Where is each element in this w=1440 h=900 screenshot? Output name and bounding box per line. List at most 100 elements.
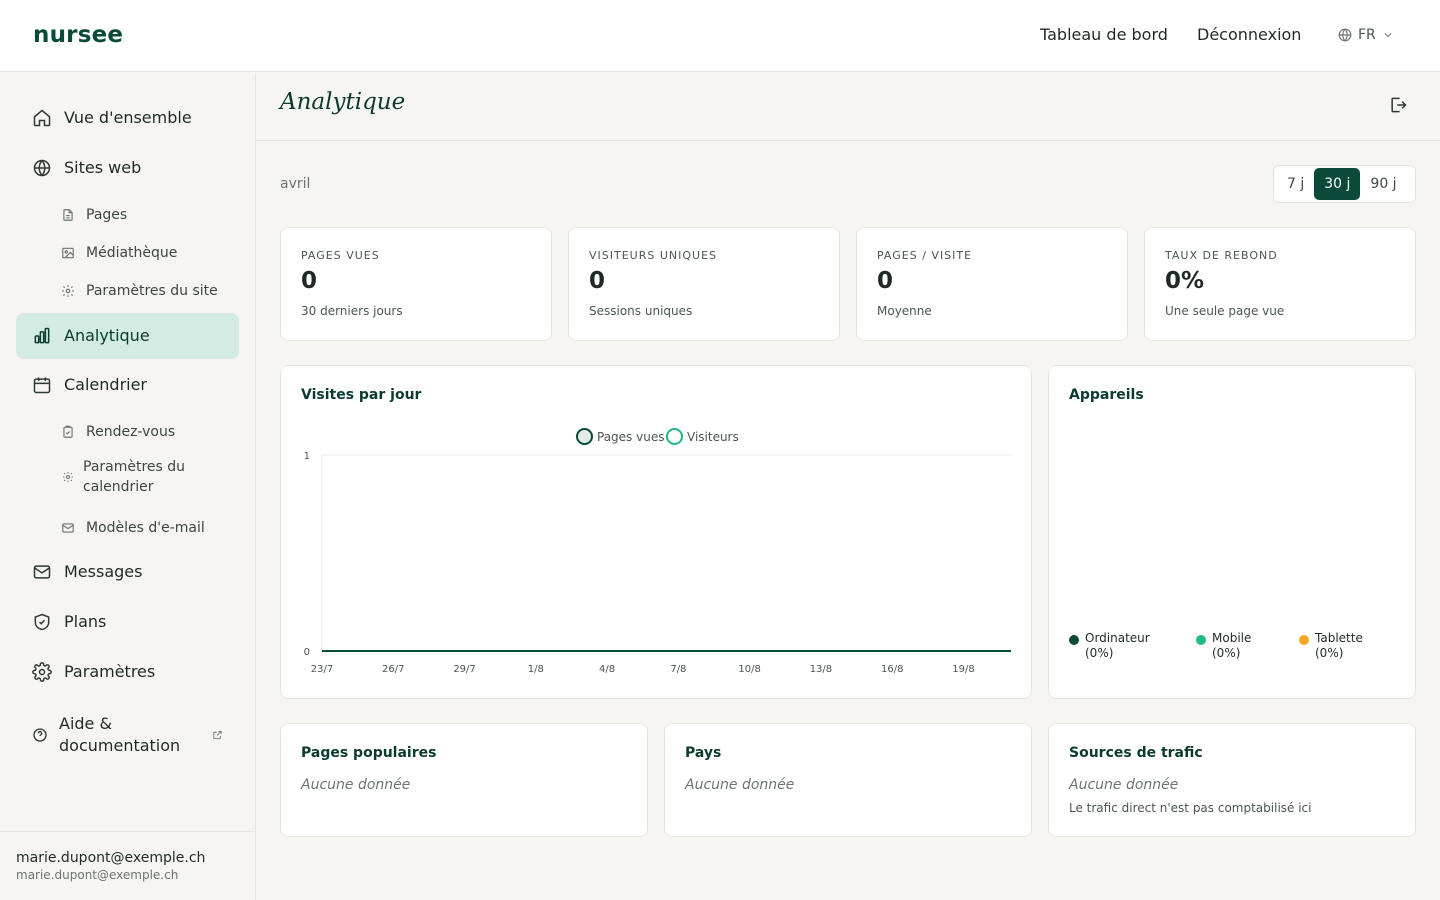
stat-subtitle: Sessions uniques — [589, 304, 693, 318]
card-title: Pays — [685, 745, 722, 761]
sidebar-item-label: Paramètres du calendrier — [83, 459, 186, 495]
sidebar-item-messages[interactable]: Messages — [16, 549, 239, 595]
popular-pages-card: Pages populaires Aucune donnée — [280, 723, 648, 837]
nav-logout-link[interactable]: Déconnexion — [1197, 25, 1301, 44]
x-tick-label: 19/8 — [952, 664, 974, 675]
sidebar-item-label: Rendez-vous — [86, 424, 176, 440]
sidebar-item-site-settings[interactable]: Paramètres du site — [16, 274, 239, 308]
sidebar-item-settings[interactable]: Paramètres — [16, 649, 239, 695]
page-title: Analytique — [280, 89, 406, 115]
home-icon — [32, 108, 52, 128]
stat-subtitle: Moyenne — [877, 304, 932, 318]
device-name: Ordinateur — [1085, 631, 1150, 645]
device-legend-tablet: Tablette (0%) — [1299, 631, 1363, 661]
sidebar-item-label: Paramètres — [64, 662, 156, 681]
device-percent: (0%) — [1212, 646, 1241, 660]
sidebar-item-analytics[interactable]: Analytique — [16, 313, 239, 359]
sidebar-item-label: Paramètres du site — [86, 283, 218, 299]
stat-label: PAGES / VISITE — [877, 249, 973, 262]
stat-card-pageviews: PAGES VUES 0 30 derniers jours — [280, 227, 552, 341]
calendar-icon — [32, 375, 52, 395]
sidebar: Vue d'ensemble Sites web Pages Médiathèq… — [0, 73, 256, 900]
gear-icon — [60, 469, 76, 485]
nav-dashboard-link[interactable]: Tableau de bord — [1040, 25, 1168, 44]
language-selector[interactable]: FR — [1338, 27, 1394, 43]
card-title: Appareils — [1069, 387, 1144, 403]
gear-icon — [60, 283, 76, 299]
card-title: Sources de trafic — [1069, 745, 1203, 761]
sidebar-item-overview[interactable]: Vue d'ensemble — [16, 95, 239, 141]
top-bar: nursee Tableau de bord Déconnexion FR — [0, 0, 1440, 72]
x-tick-label: 29/7 — [453, 664, 475, 675]
sidebar-item-calendar[interactable]: Calendrier — [16, 362, 239, 408]
range-30d-button[interactable]: 30 j — [1314, 168, 1361, 200]
sidebar-item-label: Plans — [64, 612, 107, 631]
sidebar-item-label: Pages — [86, 207, 128, 223]
device-legend-mobile: Mobile (0%) — [1196, 631, 1251, 661]
user-email: marie.dupont@exemple.ch — [16, 868, 179, 882]
range-90d-button[interactable]: 90 j — [1360, 168, 1406, 200]
sidebar-item-plans[interactable]: Plans — [16, 599, 239, 645]
chevron-down-icon — [1382, 29, 1394, 41]
x-tick-label: 23/7 — [311, 664, 333, 675]
sidebar-item-appointments[interactable]: Rendez-vous — [16, 415, 239, 449]
device-percent: (0%) — [1315, 646, 1344, 660]
sidebar-item-websites[interactable]: Sites web — [16, 145, 239, 191]
stat-value: 0% — [1165, 268, 1205, 294]
exit-button[interactable] — [1388, 95, 1408, 119]
sidebar-item-calendar-settings[interactable]: Paramètres du calendrier — [16, 454, 239, 500]
x-tick-label: 4/8 — [599, 664, 615, 675]
user-name: marie.dupont@exemple.ch — [16, 850, 206, 866]
sidebar-item-label: Sites web — [64, 158, 142, 177]
traffic-note: Le trafic direct n'est pas comptabilisé … — [1069, 801, 1312, 815]
shield-check-icon — [32, 612, 52, 632]
stat-card-bounce-rate: TAUX DE REBOND 0% Une seule page vue — [1144, 227, 1416, 341]
page-header: Analytique — [256, 73, 1440, 141]
clipboard-icon — [60, 424, 76, 440]
empty-state: Aucune donnée — [685, 777, 795, 793]
x-tick-label: 13/8 — [810, 664, 832, 675]
logo[interactable]: nursee — [33, 22, 123, 48]
stat-value: 0 — [301, 268, 318, 294]
legend-dot — [1196, 635, 1206, 645]
stat-label: VISITEURS UNIQUES — [589, 249, 718, 262]
devices-card: Appareils Ordinateur (0%) Mobile (0%) Tabl… — [1048, 365, 1416, 699]
visits-chart-card: Visites par jour Pages vues Visiteurs 01… — [280, 365, 1032, 699]
sidebar-item-label: Analytique — [64, 326, 150, 345]
device-name: Mobile — [1212, 631, 1252, 645]
y-tick-label: 1 — [304, 451, 310, 462]
mail-icon — [60, 520, 76, 536]
language-label: FR — [1358, 27, 1376, 43]
x-tick-label: 7/8 — [670, 664, 686, 675]
bar-chart-icon — [32, 326, 52, 346]
mail-icon — [32, 562, 52, 582]
card-title: Pages populaires — [301, 745, 437, 761]
empty-state: Aucune donnée — [301, 777, 411, 793]
stat-label: TAUX DE REBOND — [1165, 249, 1278, 262]
stat-label: PAGES VUES — [301, 249, 380, 262]
device-percent: (0%) — [1085, 646, 1114, 660]
sidebar-item-label: Messages — [64, 562, 143, 581]
countries-card: Pays Aucune donnée — [664, 723, 1032, 837]
x-tick-label: 16/8 — [881, 664, 903, 675]
y-tick-label: 0 — [304, 647, 310, 658]
device-name: Tablette — [1315, 631, 1363, 645]
empty-state: Aucune donnée — [1069, 777, 1179, 793]
sidebar-item-email-templates[interactable]: Modèles d'e-mail — [16, 511, 239, 545]
stat-value: 0 — [877, 268, 894, 294]
sidebar-item-media[interactable]: Médiathèque — [16, 236, 239, 270]
external-link-icon — [212, 726, 223, 745]
x-tick-label: 26/7 — [382, 664, 404, 675]
stat-value: 0 — [589, 268, 606, 294]
sidebar-item-label: Médiathèque — [86, 245, 178, 261]
stat-card-visitors: VISITEURS UNIQUES 0 Sessions uniques — [568, 227, 840, 341]
globe-icon — [1338, 28, 1352, 42]
range-7d-button[interactable]: 7 j — [1277, 168, 1314, 200]
stat-card-pages-per-visit: PAGES / VISITE 0 Moyenne — [856, 227, 1128, 341]
range-selector: 7 j 30 j 90 j — [1273, 165, 1416, 203]
sidebar-item-help[interactable]: Aide & documentation — [16, 711, 239, 759]
legend-dot — [1299, 635, 1309, 645]
image-icon — [60, 245, 76, 261]
sidebar-item-pages[interactable]: Pages — [16, 198, 239, 232]
help-circle-icon — [30, 725, 50, 745]
